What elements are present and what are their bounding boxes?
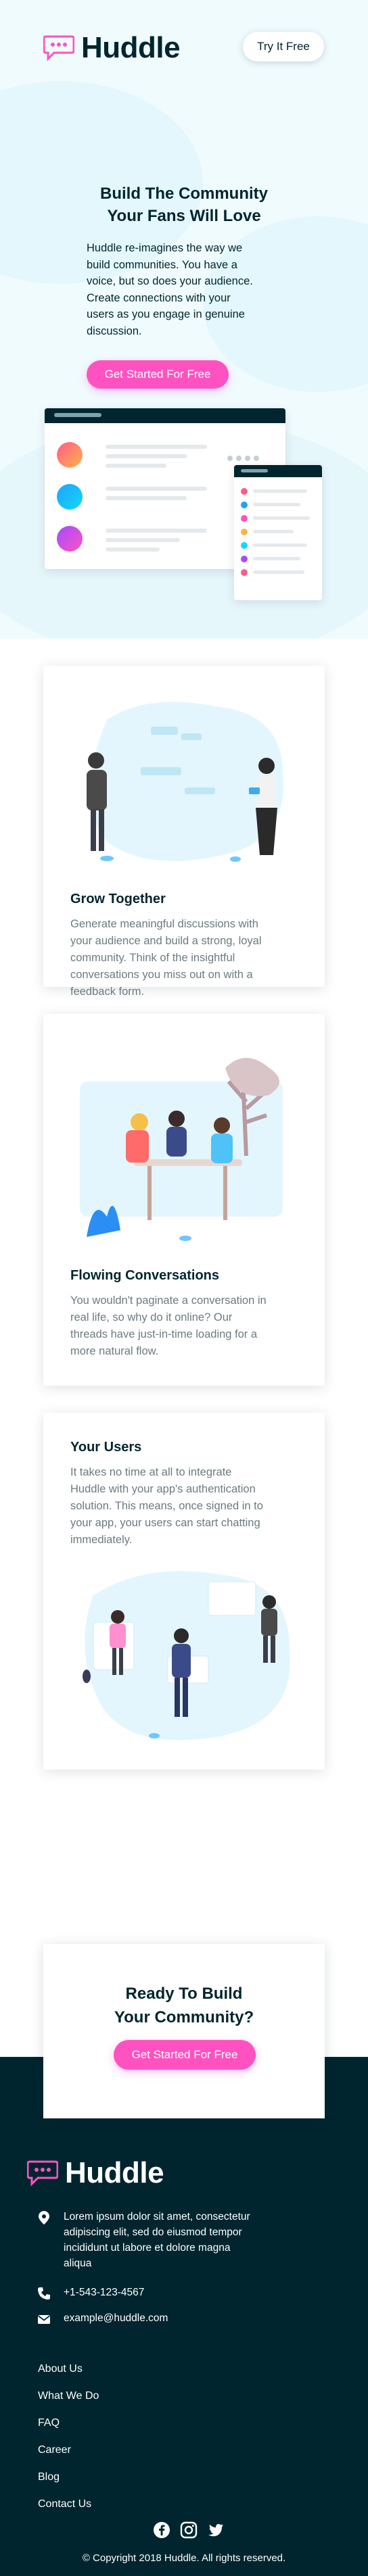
twitter-icon[interactable]	[207, 2521, 225, 2539]
logo[interactable]: Huddle	[43, 31, 181, 65]
feature-card-your-users: Your Users It takes no time at all to in…	[43, 1413, 325, 1770]
footer-address: Lorem ipsum dolor sit amet, consectetur …	[37, 2209, 250, 2271]
footer-logo-text: Huddle	[65, 2156, 164, 2189]
footer-phone: +1-543-123-4567	[37, 2285, 144, 2301]
hero-get-started-button[interactable]: Get Started For Free	[87, 360, 229, 389]
hero-title: Build The Community Your Fans Will Love	[100, 185, 268, 225]
email-icon	[37, 2315, 51, 2324]
grow-together-illustration	[87, 702, 283, 862]
copyright-text: © Copyright 2018 Huddle. All rights rese…	[82, 2552, 286, 2564]
chat-bubble-logo-icon	[43, 35, 74, 62]
footer-link-career[interactable]: Career	[38, 2444, 71, 2456]
feature-text: It takes no time at all to integrate Hud…	[70, 1466, 263, 1546]
feature-title: Grow Together	[70, 892, 166, 906]
try-it-free-button[interactable]: Try It Free	[243, 32, 324, 62]
phone-icon	[38, 2287, 50, 2300]
flowing-conversations-illustration	[80, 1058, 283, 1241]
avatar	[57, 484, 83, 510]
feature-card-flowing-conversations: Flowing Conversations You wouldn't pagin…	[43, 1014, 325, 1386]
footer-email[interactable]: example@huddle.com	[37, 2310, 168, 2327]
footer-link-blog[interactable]: Blog	[38, 2471, 60, 2483]
feature-card-grow-together: Grow Together Generate meaningful discus…	[43, 666, 325, 998]
footer-link-about-us[interactable]: About Us	[38, 2363, 83, 2375]
feature-text: You wouldn't paginate a conversation in …	[70, 1294, 267, 1357]
cta-get-started-button[interactable]: Get Started For Free	[114, 2040, 256, 2070]
feature-title: Flowing Conversations	[70, 1268, 220, 1283]
location-pin-icon	[39, 2211, 49, 2225]
avatar	[57, 442, 83, 468]
logo-text: Huddle	[81, 31, 181, 64]
hero-section: Huddle Try It Free Build The Community Y…	[0, 0, 368, 639]
cta-title: Ready To Build Your Community?	[114, 1985, 254, 2026]
avatar	[57, 526, 83, 552]
footer-link-what-we-do[interactable]: What We Do	[38, 2390, 99, 2402]
footer-link-faq[interactable]: FAQ	[38, 2417, 60, 2429]
footer-link-contact-us[interactable]: Contact Us	[38, 2498, 91, 2510]
feature-title: Your Users	[70, 1440, 142, 1455]
footer-logo[interactable]: Huddle	[27, 2156, 164, 2190]
facebook-icon[interactable]	[153, 2521, 170, 2539]
mobile-mockup	[234, 465, 322, 600]
hero-description: Huddle re-imagines the way we build comm…	[87, 242, 253, 337]
instagram-icon[interactable]	[180, 2521, 198, 2539]
your-users-illustration	[83, 1571, 290, 1741]
feature-text: Generate meaningful discussions with you…	[70, 918, 262, 998]
chat-bubble-logo-icon	[27, 2160, 58, 2187]
cta-card: Ready To Build Your Community? Get Start…	[43, 1944, 325, 2118]
